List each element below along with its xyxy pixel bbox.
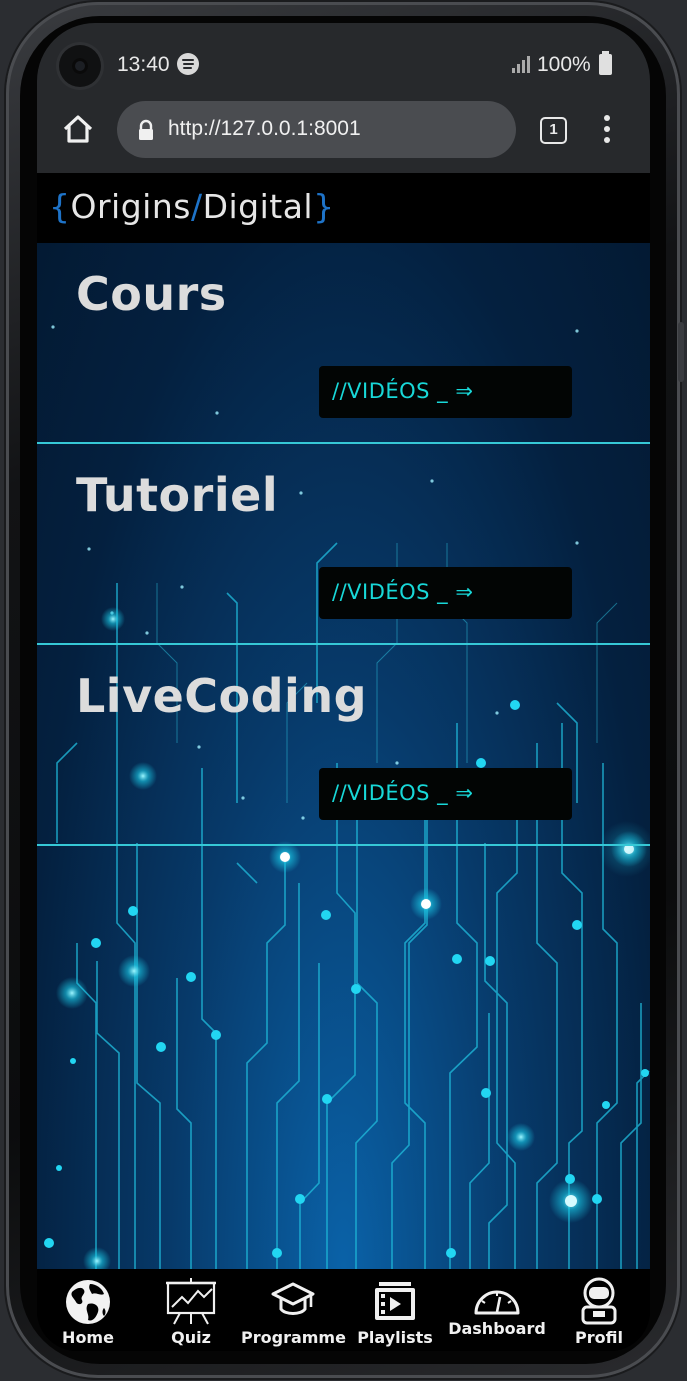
videos-button[interactable]: //VIDÉOS _ ⇒	[319, 768, 572, 820]
section-title: LiveCoding	[76, 669, 367, 723]
nav-label: Playlists	[357, 1328, 433, 1347]
bottom-nav: Home Quiz Programme Playlists Dashboard …	[37, 1269, 650, 1351]
logo-brace-open: {	[49, 187, 71, 226]
lock-icon	[139, 119, 153, 140]
site-logo[interactable]: {Origins/Digital}	[49, 187, 335, 226]
nav-quiz[interactable]: Quiz	[150, 1269, 232, 1351]
nav-label: Quiz	[171, 1328, 211, 1347]
graduation-cap-icon	[271, 1282, 315, 1315]
section-title: Tutoriel	[76, 468, 279, 522]
home-icon[interactable]	[61, 112, 95, 146]
battery-percent: 100%	[537, 53, 591, 76]
playlist-icon	[375, 1282, 415, 1320]
battery-icon	[599, 51, 612, 75]
status-time: 13:40	[117, 53, 170, 76]
section-cours: Cours //VIDÉOS _ ⇒	[37, 243, 650, 444]
astronaut-icon	[581, 1277, 617, 1325]
logo-slash: /	[190, 187, 203, 226]
section-livecoding: LiveCoding //VIDÉOS _ ⇒	[37, 645, 650, 846]
tabs-icon[interactable]: 1	[540, 117, 567, 144]
main-content: Cours //VIDÉOS _ ⇒ Tutoriel //VIDÉOS _ ⇒…	[37, 243, 650, 1269]
nav-profil[interactable]: Profil	[565, 1269, 633, 1351]
nav-dashboard[interactable]: Dashboard	[447, 1269, 547, 1351]
globe-icon	[66, 1280, 110, 1324]
logo-origins: Origins	[70, 187, 191, 226]
url-bar[interactable]: http://127.0.0.1:8001	[117, 101, 516, 158]
logo-brace-close: }	[313, 187, 335, 226]
phone-side-button	[678, 322, 684, 382]
nav-label: Programme	[241, 1328, 346, 1347]
nav-playlists[interactable]: Playlists	[353, 1269, 437, 1351]
gauge-icon	[474, 1290, 520, 1315]
presentation-chart-icon	[166, 1278, 216, 1325]
signal-icon	[512, 55, 532, 73]
nav-home[interactable]: Home	[47, 1269, 129, 1351]
spotify-icon	[177, 53, 199, 75]
section-title: Cours	[76, 267, 227, 321]
videos-button[interactable]: //VIDÉOS _ ⇒	[319, 567, 572, 619]
logo-digital: Digital	[202, 187, 314, 226]
browser-chrome: 13:40 100% http://127.0.0.1:8001 1	[37, 23, 650, 173]
nav-label: Profil	[575, 1328, 623, 1347]
site-header: {Origins/Digital}	[37, 173, 650, 243]
url-text: http://127.0.0.1:8001	[168, 117, 361, 140]
section-tutoriel: Tutoriel //VIDÉOS _ ⇒	[37, 444, 650, 645]
nav-label: Dashboard	[448, 1319, 546, 1338]
nav-label: Home	[62, 1328, 114, 1347]
videos-button[interactable]: //VIDÉOS _ ⇒	[319, 366, 572, 418]
phone-screen: 13:40 100% http://127.0.0.1:8001 1 {Orig…	[37, 23, 650, 1351]
camera-icon	[59, 45, 101, 87]
nav-programme[interactable]: Programme	[241, 1269, 346, 1351]
menu-icon[interactable]	[603, 115, 611, 145]
